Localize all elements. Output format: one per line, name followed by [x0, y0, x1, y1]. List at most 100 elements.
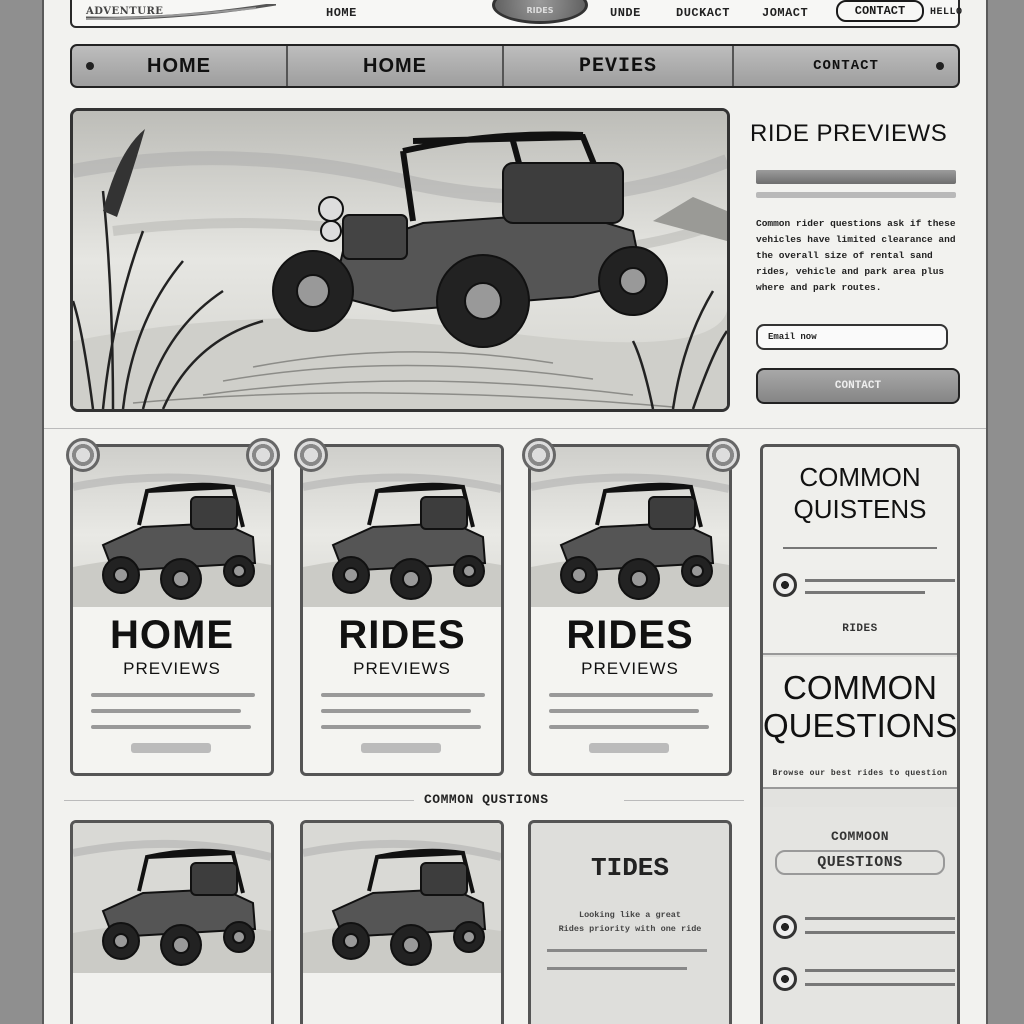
- bottom-card-text-1: Looking like a great: [578, 910, 682, 920]
- card-title: RIDES: [566, 613, 694, 657]
- faq-line: [805, 983, 955, 986]
- brand-wordmark: ADVENTURE: [86, 6, 164, 17]
- card-text-line: [91, 725, 251, 729]
- nav-item-label: CONTACT: [813, 58, 879, 74]
- card-subtitle: PREVIEWS: [353, 659, 451, 678]
- faq-item[interactable]: [773, 569, 955, 599]
- bottom-card[interactable]: [70, 820, 274, 1024]
- preview-card[interactable]: RIDES PREVIEWS: [528, 444, 732, 776]
- top-link-extra[interactable]: HELLO: [930, 7, 963, 18]
- top-link-duckact[interactable]: DUCKACT: [676, 6, 730, 20]
- top-link-unde[interactable]: UNDE: [610, 6, 641, 20]
- buggy-thumbnail-illustration: [73, 823, 271, 973]
- faq-divider: [783, 547, 937, 549]
- brand-badge-label: RIDES: [526, 6, 554, 15]
- faq-line: [805, 591, 925, 594]
- card-image: [73, 447, 271, 607]
- nav-item-label: PEVIES: [578, 54, 657, 78]
- card-text-line: [321, 725, 481, 729]
- card-text-line: [549, 709, 699, 713]
- buggy-thumbnail-illustration: [303, 823, 501, 973]
- nav-item-pevies[interactable]: PEVIES: [504, 46, 734, 86]
- faq-title-top: COMMOON: [830, 829, 890, 844]
- buggy-thumbnail-illustration: [73, 473, 271, 607]
- top-contact-button[interactable]: CONTACT: [836, 0, 924, 22]
- card-text-line: [91, 709, 241, 713]
- side-contact-button[interactable]: CONTACT: [756, 368, 960, 404]
- common-questions-caption: COMMON QUSTIONS: [424, 792, 549, 807]
- side-divider: [756, 192, 956, 198]
- faq-line: [805, 917, 955, 920]
- faq-bullet-icon: [773, 573, 797, 597]
- nav-item-contact[interactable]: CONTACT: [734, 46, 958, 86]
- card-text-line: [549, 725, 709, 729]
- page: ADVENTURE HOME RIDES UNDE DUCKACT JOMACT…: [42, 0, 988, 1024]
- top-link-home[interactable]: HOME: [326, 6, 357, 20]
- card-read-more-button[interactable]: [131, 743, 211, 753]
- nav-item-label: HOME: [363, 54, 427, 77]
- section-divider: [44, 428, 986, 429]
- preview-card[interactable]: RIDES PREVIEWS: [300, 444, 504, 776]
- nav-item-home-2[interactable]: HOME: [288, 46, 504, 86]
- card-text-line: [91, 693, 255, 697]
- section-divider: [624, 800, 744, 801]
- side-panel-title: RIDE PREVIEWS: [750, 120, 948, 147]
- brand-badge[interactable]: RIDES: [492, 0, 588, 24]
- top-header: ADVENTURE HOME RIDES UNDE DUCKACT JOMACT…: [70, 0, 963, 28]
- card-read-more-button[interactable]: [589, 743, 669, 753]
- hero-dune-buggy-illustration: [73, 111, 727, 409]
- hero-image: [70, 108, 730, 412]
- card-image: [303, 447, 501, 607]
- pin-icon[interactable]: [246, 438, 280, 472]
- faq-title: COMMON QUISTENS: [793, 462, 927, 524]
- side-panel-text: Common rider questions ask if these vehi…: [756, 218, 956, 293]
- side-divider: [756, 170, 956, 184]
- card-title: HOME: [110, 613, 234, 657]
- nav-bullet-icon: [936, 62, 944, 70]
- faq-rides-label: RIDES: [842, 623, 878, 635]
- faq-title: COMMON QUESTIONS: [763, 669, 958, 744]
- buggy-thumbnail-illustration: [303, 473, 501, 607]
- card-title: RIDES: [338, 613, 466, 657]
- nav-bullet-icon: [86, 62, 94, 70]
- card-text-line: [549, 693, 713, 697]
- ride-previews-panel: RIDE PREVIEWS Common rider questions ask…: [750, 108, 962, 412]
- bottom-card-line: [547, 967, 687, 970]
- top-link-jomact[interactable]: JOMACT: [762, 6, 808, 20]
- faq-line: [805, 579, 955, 582]
- faq-line: [805, 969, 955, 972]
- faq-bullet-icon: [773, 967, 797, 991]
- faq-line: [805, 931, 955, 934]
- faq-item[interactable]: [773, 911, 955, 941]
- email-input[interactable]: Email now: [756, 324, 948, 350]
- bottom-card[interactable]: TIDES Looking like a great Rides priorit…: [528, 820, 732, 1024]
- card-image: [531, 447, 729, 607]
- section-divider: [64, 800, 414, 801]
- card-text-line: [321, 709, 471, 713]
- card-read-more-button[interactable]: [361, 743, 441, 753]
- nav-item-home[interactable]: HOME: [72, 46, 288, 86]
- faq-block: COMMON QUESTIONS Browse our best rides t…: [763, 657, 957, 789]
- brand-logo[interactable]: ADVENTURE: [86, 4, 276, 20]
- bottom-card-title: TIDES: [590, 853, 669, 883]
- pin-icon[interactable]: [522, 438, 556, 472]
- main-nav: HOME HOME PEVIES CONTACT: [70, 44, 960, 88]
- card-text-line: [321, 693, 485, 697]
- faq-column: COMMON QUISTENS RIDES COMMON QUESTIONS B…: [760, 444, 960, 1024]
- pin-icon[interactable]: [706, 438, 740, 472]
- card-subtitle: PREVIEWS: [581, 659, 679, 678]
- nav-item-label: HOME: [147, 54, 211, 77]
- bottom-card-line: [547, 949, 707, 952]
- pin-icon[interactable]: [66, 438, 100, 472]
- bottom-card[interactable]: [300, 820, 504, 1024]
- pin-icon[interactable]: [294, 438, 328, 472]
- faq-block: COMMON QUISTENS RIDES: [763, 447, 957, 655]
- preview-card[interactable]: HOME PREVIEWS: [70, 444, 274, 776]
- faq-bullet-icon: [773, 915, 797, 939]
- faq-item[interactable]: [773, 963, 955, 993]
- bottom-card-text-2: Rides priority with one ride: [558, 924, 702, 934]
- buggy-thumbnail-illustration: [531, 473, 729, 607]
- faq-title-bottom[interactable]: QUESTIONS: [775, 850, 945, 875]
- card-subtitle: PREVIEWS: [123, 659, 221, 678]
- faq-small-line: Browse our best rides to question: [772, 769, 948, 778]
